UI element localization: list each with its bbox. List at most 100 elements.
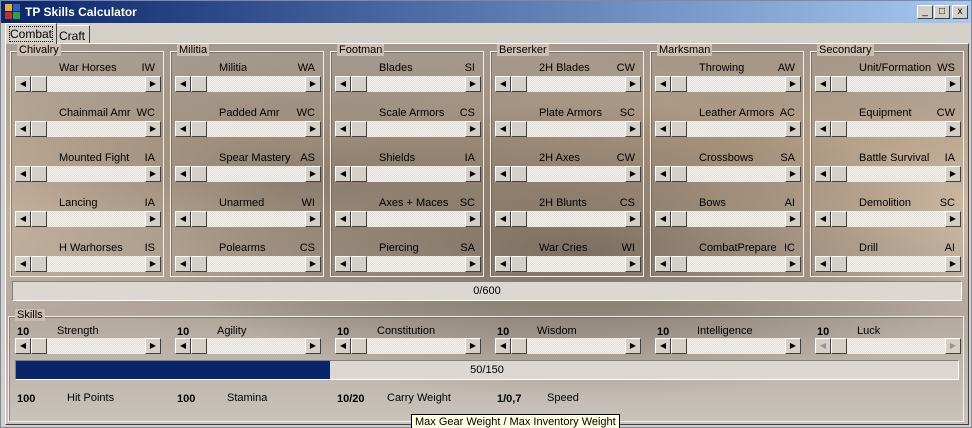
skill-slider-2h-axes[interactable]: ◀ ▶ — [495, 166, 641, 182]
scroll-right-arrow-icon[interactable]: ▶ — [945, 256, 961, 272]
scroll-right-arrow-icon[interactable]: ▶ — [305, 211, 321, 227]
skill-slider-lancing[interactable]: ◀ ▶ — [15, 211, 161, 227]
scroll-left-arrow-icon[interactable]: ◀ — [335, 211, 351, 227]
skill-slider-h-warhorses[interactable]: ◀ ▶ — [15, 256, 161, 272]
scroll-thumb[interactable] — [671, 76, 687, 92]
scroll-left-arrow-icon[interactable]: ◀ — [815, 121, 831, 137]
minimize-button[interactable]: _ — [917, 5, 933, 19]
scroll-thumb[interactable] — [831, 76, 847, 92]
skill-slider-leather-armors[interactable]: ◀ ▶ — [655, 121, 801, 137]
maximize-button[interactable]: □ — [934, 5, 950, 19]
scroll-left-arrow-icon[interactable]: ◀ — [175, 76, 191, 92]
scroll-left-arrow-icon[interactable]: ◀ — [655, 211, 671, 227]
scroll-left-arrow-icon[interactable]: ◀ — [335, 166, 351, 182]
scroll-left-arrow-icon[interactable]: ◀ — [655, 76, 671, 92]
scroll-left-arrow-icon[interactable]: ◀ — [15, 121, 31, 137]
scroll-thumb[interactable] — [31, 121, 47, 137]
scroll-left-arrow-icon[interactable]: ◀ — [335, 76, 351, 92]
scroll-thumb[interactable] — [671, 121, 687, 137]
scroll-right-arrow-icon[interactable]: ▶ — [305, 338, 321, 354]
scroll-thumb[interactable] — [511, 166, 527, 182]
scroll-thumb[interactable] — [351, 76, 367, 92]
scroll-thumb[interactable] — [511, 76, 527, 92]
scroll-left-arrow-icon[interactable]: ◀ — [495, 121, 511, 137]
skill-slider-militia[interactable]: ◀ ▶ — [175, 76, 321, 92]
scroll-left-arrow-icon[interactable]: ◀ — [175, 121, 191, 137]
skill-slider-2h-blunts[interactable]: ◀ ▶ — [495, 211, 641, 227]
skill-slider-battle-survival[interactable]: ◀ ▶ — [815, 166, 961, 182]
scroll-thumb[interactable] — [191, 121, 207, 137]
scroll-left-arrow-icon[interactable]: ◀ — [15, 211, 31, 227]
scroll-thumb[interactable] — [671, 256, 687, 272]
scroll-left-arrow-icon[interactable]: ◀ — [495, 256, 511, 272]
scroll-left-arrow-icon[interactable]: ◀ — [15, 338, 31, 354]
scroll-thumb[interactable] — [191, 256, 207, 272]
scroll-thumb[interactable] — [511, 256, 527, 272]
attribute-slider-constitution[interactable]: ◀ ▶ — [335, 338, 481, 354]
skill-slider-chainmail-amr[interactable]: ◀ ▶ — [15, 121, 161, 137]
scroll-thumb[interactable] — [671, 338, 687, 354]
attribute-slider-intelligence[interactable]: ◀ ▶ — [655, 338, 801, 354]
skill-slider-drill[interactable]: ◀ ▶ — [815, 256, 961, 272]
scroll-right-arrow-icon[interactable]: ▶ — [785, 76, 801, 92]
title-bar[interactable]: TP Skills Calculator _ □ x — [1, 1, 971, 23]
scroll-thumb[interactable] — [191, 211, 207, 227]
scroll-left-arrow-icon[interactable]: ◀ — [655, 338, 671, 354]
scroll-left-arrow-icon[interactable]: ◀ — [815, 211, 831, 227]
scroll-thumb[interactable] — [831, 338, 847, 354]
scroll-right-arrow-icon[interactable]: ▶ — [145, 256, 161, 272]
scroll-right-arrow-icon[interactable]: ▶ — [625, 76, 641, 92]
scroll-right-arrow-icon[interactable]: ▶ — [305, 256, 321, 272]
skill-slider-unarmed[interactable]: ◀ ▶ — [175, 211, 321, 227]
scroll-left-arrow-icon[interactable]: ◀ — [335, 121, 351, 137]
skill-slider-blades[interactable]: ◀ ▶ — [335, 76, 481, 92]
skill-slider-unit-formation[interactable]: ◀ ▶ — [815, 76, 961, 92]
scroll-right-arrow-icon[interactable]: ▶ — [945, 76, 961, 92]
scroll-left-arrow-icon[interactable]: ◀ — [335, 338, 351, 354]
scroll-right-arrow-icon[interactable]: ▶ — [625, 211, 641, 227]
scroll-thumb[interactable] — [831, 256, 847, 272]
scroll-right-arrow-icon[interactable]: ▶ — [625, 256, 641, 272]
skill-slider-war-cries[interactable]: ◀ ▶ — [495, 256, 641, 272]
scroll-thumb[interactable] — [351, 338, 367, 354]
scroll-left-arrow-icon[interactable]: ◀ — [495, 338, 511, 354]
scroll-right-arrow-icon[interactable]: ▶ — [625, 166, 641, 182]
scroll-left-arrow-icon[interactable]: ◀ — [815, 166, 831, 182]
scroll-left-arrow-icon[interactable]: ◀ — [655, 166, 671, 182]
skill-slider-mounted-fight[interactable]: ◀ ▶ — [15, 166, 161, 182]
skill-slider-combatprepare[interactable]: ◀ ▶ — [655, 256, 801, 272]
tab-craft[interactable]: Craft — [54, 25, 91, 44]
scroll-right-arrow-icon[interactable]: ▶ — [945, 338, 961, 354]
scroll-thumb[interactable] — [351, 166, 367, 182]
scroll-thumb[interactable] — [191, 166, 207, 182]
skill-slider-bows[interactable]: ◀ ▶ — [655, 211, 801, 227]
scroll-left-arrow-icon[interactable]: ◀ — [495, 76, 511, 92]
scroll-thumb[interactable] — [831, 211, 847, 227]
tab-combat[interactable]: Combat — [5, 23, 58, 44]
skill-slider-plate-armors[interactable]: ◀ ▶ — [495, 121, 641, 137]
scroll-right-arrow-icon[interactable]: ▶ — [785, 256, 801, 272]
scroll-right-arrow-icon[interactable]: ▶ — [465, 121, 481, 137]
scroll-left-arrow-icon[interactable]: ◀ — [175, 166, 191, 182]
scroll-right-arrow-icon[interactable]: ▶ — [145, 121, 161, 137]
attribute-slider-strength[interactable]: ◀ ▶ — [15, 338, 161, 354]
attribute-slider-wisdom[interactable]: ◀ ▶ — [495, 338, 641, 354]
scroll-left-arrow-icon[interactable]: ◀ — [15, 256, 31, 272]
scroll-left-arrow-icon[interactable]: ◀ — [815, 76, 831, 92]
skill-slider-scale-armors[interactable]: ◀ ▶ — [335, 121, 481, 137]
scroll-right-arrow-icon[interactable]: ▶ — [785, 166, 801, 182]
scroll-right-arrow-icon[interactable]: ▶ — [465, 211, 481, 227]
skill-slider-piercing[interactable]: ◀ ▶ — [335, 256, 481, 272]
scroll-left-arrow-icon[interactable]: ◀ — [15, 166, 31, 182]
scroll-left-arrow-icon[interactable]: ◀ — [175, 211, 191, 227]
scroll-left-arrow-icon[interactable]: ◀ — [175, 256, 191, 272]
skill-slider-crossbows[interactable]: ◀ ▶ — [655, 166, 801, 182]
skill-slider-equipment[interactable]: ◀ ▶ — [815, 121, 961, 137]
scroll-thumb[interactable] — [351, 211, 367, 227]
scroll-right-arrow-icon[interactable]: ▶ — [145, 338, 161, 354]
scroll-right-arrow-icon[interactable]: ▶ — [945, 166, 961, 182]
scroll-right-arrow-icon[interactable]: ▶ — [625, 338, 641, 354]
scroll-thumb[interactable] — [831, 166, 847, 182]
scroll-thumb[interactable] — [351, 256, 367, 272]
scroll-right-arrow-icon[interactable]: ▶ — [785, 121, 801, 137]
